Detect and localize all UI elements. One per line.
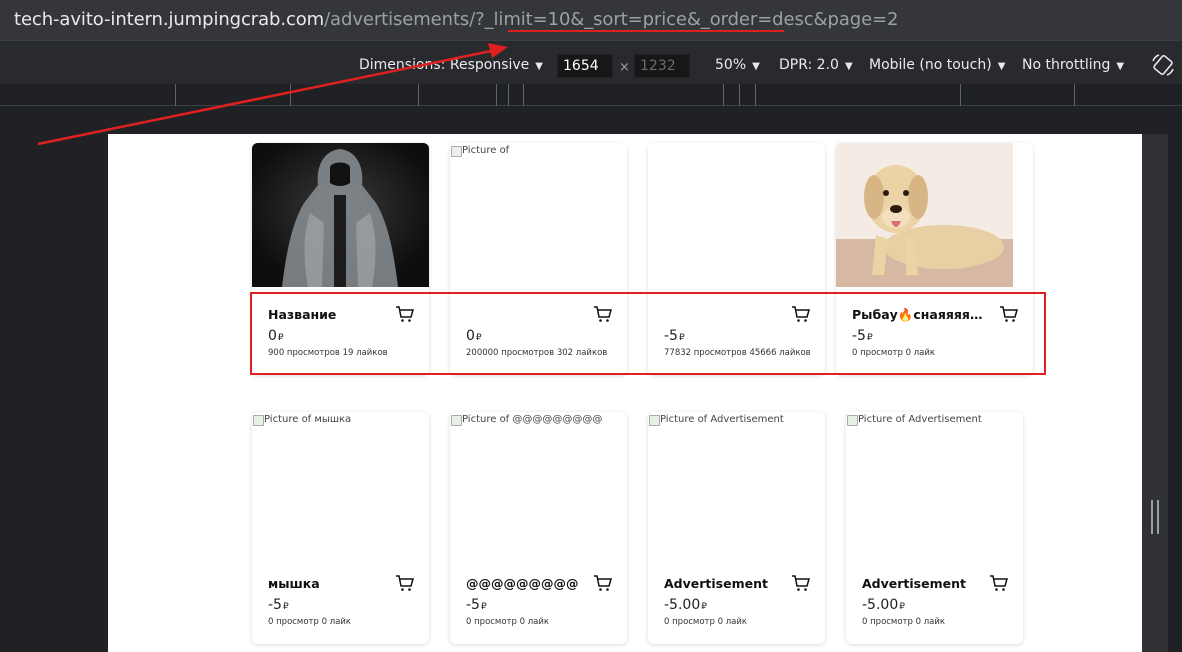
broken-image-icon: Picture of @@@@@@@@@ — [450, 414, 602, 426]
ad-price-value: -5.00 — [664, 597, 701, 613]
ad-title[interactable]: Advertisement — [664, 576, 800, 591]
broken-image-icon: Picture of Advertisement — [648, 414, 784, 426]
ad-card[interactable]: Picture of Advertisement Advertisement -… — [648, 412, 825, 644]
ruler-tick — [739, 84, 740, 106]
ruler-tick — [1074, 84, 1075, 106]
chevron-down-icon: ▼ — [535, 61, 543, 72]
ruler-tick — [496, 84, 497, 106]
broken-image-icon: Picture of — [450, 145, 509, 157]
chevron-down-icon: ▼ — [752, 61, 760, 72]
device-type-dropdown[interactable]: Mobile (no touch) ▼ — [869, 57, 1005, 73]
ruler-tick — [508, 84, 509, 106]
dpr-label: DPR: 2.0 — [779, 57, 839, 73]
ruler-tick — [523, 84, 524, 106]
ad-price: -5.00₽ — [664, 597, 707, 613]
annotation-highlight-box — [250, 292, 1046, 375]
ruler-tick — [755, 84, 756, 106]
cart-icon[interactable] — [791, 574, 811, 592]
cart-icon[interactable] — [395, 574, 415, 592]
zoom-dropdown[interactable]: 50% ▼ — [715, 57, 760, 73]
ad-card[interactable]: Picture of Advertisement Advertisement -… — [846, 412, 1023, 644]
address-bar[interactable]: tech-avito-intern.jumpingcrab.com/advert… — [0, 0, 1182, 40]
resize-handle[interactable] — [1151, 500, 1159, 534]
url-host: tech-avito-intern.jumpingcrab.com — [14, 9, 325, 30]
url-path: /advertisements/?_limit=10&_sort=price&_… — [324, 9, 899, 30]
broken-image-icon: Picture of Advertisement — [846, 414, 982, 426]
throttling-label: No throttling — [1022, 57, 1111, 73]
cart-icon[interactable] — [989, 574, 1009, 592]
url-text[interactable]: tech-avito-intern.jumpingcrab.com/advert… — [14, 9, 898, 30]
ad-card[interactable]: Picture of мышка мышка -5₽ 0 просмотр 0 … — [252, 412, 429, 644]
zoom-label: 50% — [715, 57, 747, 73]
ad-card[interactable]: Picture of @@@@@@@@@ @@@@@@@@@ -5₽ 0 про… — [450, 412, 627, 644]
media-query-ruler[interactable] — [0, 84, 1182, 106]
ad-title[interactable]: мышка — [268, 576, 404, 591]
ruler-tick — [723, 84, 724, 106]
chevron-down-icon: ▼ — [1116, 61, 1125, 72]
ad-currency: ₽ — [899, 602, 905, 612]
resize-strip[interactable] — [1142, 134, 1168, 652]
ad-price: -5.00₽ — [862, 597, 905, 613]
throttling-dropdown[interactable]: No throttling ▼ — [1022, 57, 1124, 73]
ad-price: -5₽ — [268, 597, 289, 613]
height-input[interactable]: 1232 — [634, 54, 690, 78]
ad-currency: ₽ — [701, 602, 707, 612]
times-separator: × — [619, 60, 630, 75]
ad-title[interactable]: Advertisement — [862, 576, 998, 591]
cart-icon[interactable] — [593, 574, 613, 592]
ruler-tick — [175, 84, 176, 106]
ruler-tick — [418, 84, 419, 106]
dimensions-dropdown[interactable]: Dimensions: Responsive ▼ — [359, 57, 543, 73]
ad-stats: 0 просмотр 0 лайк — [466, 617, 550, 627]
ad-currency: ₽ — [282, 602, 289, 612]
dpr-dropdown[interactable]: DPR: 2.0 ▼ — [779, 57, 853, 73]
ad-price: -5₽ — [466, 597, 487, 613]
rotate-icon[interactable] — [1150, 52, 1176, 78]
device-toolbar: Dimensions: Responsive ▼ 1654 × 1232 50% ▼… — [0, 40, 1182, 84]
ad-image-dog — [836, 143, 1013, 287]
width-input[interactable]: 1654 — [557, 54, 613, 78]
device-type-label: Mobile (no touch) — [869, 57, 992, 73]
ad-currency: ₽ — [480, 602, 487, 612]
ad-image-hooded-figure — [252, 143, 429, 287]
ad-price-value: -5 — [466, 597, 480, 613]
broken-image-icon: Picture of мышка — [252, 414, 351, 426]
ruler-tick — [290, 84, 291, 106]
ad-title[interactable]: @@@@@@@@@ — [466, 576, 602, 591]
annotation-url-underline — [508, 30, 784, 32]
ad-stats: 0 просмотр 0 лайк — [664, 617, 748, 627]
screenshot-root: tech-avito-intern.jumpingcrab.com/advert… — [0, 0, 1182, 652]
chevron-down-icon: ▼ — [997, 61, 1006, 72]
ruler-tick — [960, 84, 961, 106]
chevron-down-icon: ▼ — [844, 61, 853, 72]
ad-stats: 0 просмотр 0 лайк — [268, 617, 352, 627]
ad-price-value: -5 — [268, 597, 282, 613]
ad-stats: 0 просмотр 0 лайк — [862, 617, 946, 627]
dimensions-label: Dimensions: Responsive — [359, 57, 530, 73]
ad-price-value: -5.00 — [862, 597, 899, 613]
